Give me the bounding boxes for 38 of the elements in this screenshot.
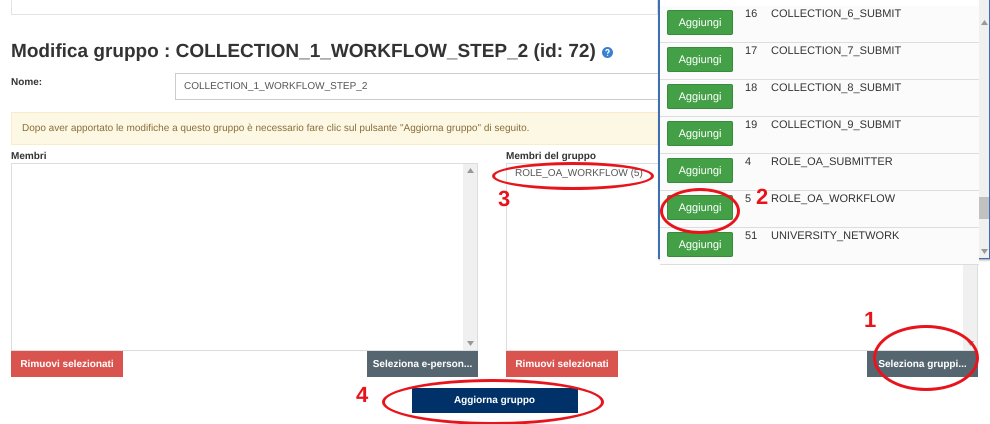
group-name: UNIVERSITY_NETWORK [771,230,900,242]
page-title: Modifica gruppo : COLLECTION_1_WORKFLOW_STEP_2 (id: 72) [11,41,596,63]
group-id: 16 [745,8,758,20]
select-button[interactable]: Seleziona gruppi... [867,351,978,377]
scroll-down-icon[interactable] [966,341,974,346]
group-id: 19 [745,119,758,131]
add-button[interactable]: Aggiungi [667,10,733,35]
list-label: Membri [11,151,47,163]
add-button[interactable]: Aggiungi [667,121,733,146]
group-name: COLLECTION_9_SUBMIT [771,119,902,131]
add-button[interactable]: Aggiungi [667,84,733,109]
remove-selected-button[interactable]: Rimuovi selezionati [11,351,123,377]
group-name: ROLE_OA_WORKFLOW [771,193,896,205]
help-icon[interactable] [602,46,613,58]
scroll-up-icon[interactable] [980,20,988,25]
group-id: 17 [745,45,758,57]
add-button[interactable]: Aggiungi [667,47,733,72]
group-name: COLLECTION_6_SUBMIT [771,8,902,20]
add-button[interactable]: Aggiungi [667,158,733,183]
update-group-button[interactable]: Aggiorna gruppo [412,388,578,413]
scroll-up-icon[interactable] [466,168,474,173]
scroll-down-icon[interactable] [980,249,988,254]
step-number: 2 [756,186,768,208]
add-button[interactable]: Aggiungi [667,232,733,257]
scroll-down-icon[interactable] [466,341,474,346]
group-id: 5 [745,193,752,205]
group-name: COLLECTION_7_SUBMIT [771,45,902,57]
select-button[interactable]: Seleziona e-person... [367,351,478,377]
scrollbar-thumb[interactable] [979,197,989,219]
step-number: 1 [864,309,876,331]
name-label: Nome: [11,76,44,88]
group-name: COLLECTION_8_SUBMIT [771,82,902,94]
add-button[interactable]: Aggiungi [667,195,733,220]
group-id: 51 [745,230,758,242]
remove-selected-button[interactable]: Rimuovi selezionati [506,351,618,377]
step-number: 4 [356,384,368,406]
group-id: 18 [745,82,758,94]
list-label: Membri del gruppo [506,151,596,163]
